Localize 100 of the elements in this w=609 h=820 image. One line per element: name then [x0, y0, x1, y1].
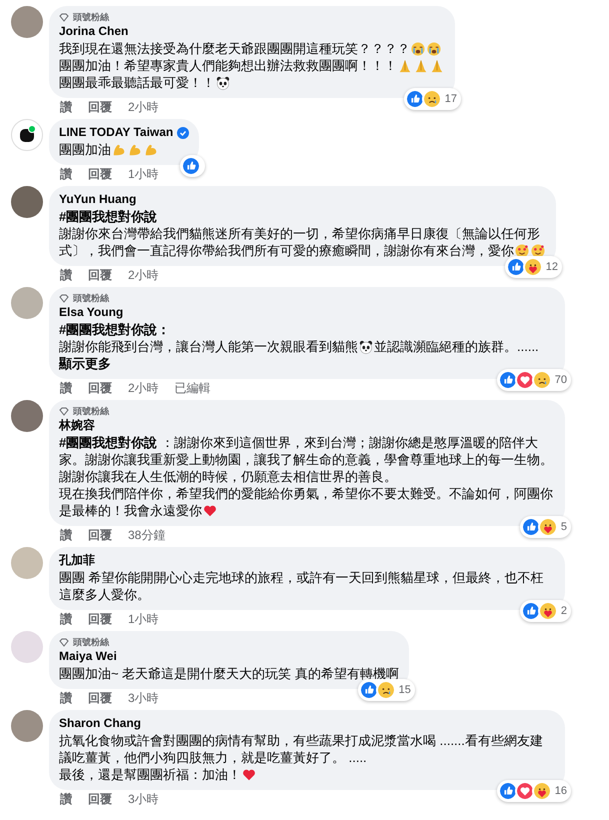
emoji-icon — [427, 42, 441, 56]
reaction-summary[interactable]: 70 — [496, 369, 571, 391]
author-name[interactable]: Maiya Wei — [59, 648, 117, 665]
comment-text: 我到現在還無法接受為什麼老天爺跟團團開這種玩笑？？？？ — [59, 41, 410, 56]
avatar[interactable] — [11, 186, 43, 218]
like-reaction-icon — [520, 601, 541, 621]
reaction-summary[interactable]: 17 — [404, 88, 461, 110]
comment-text: 抗氧化食物或許會對團團的病情有幫助，有些蔬果打成泥漿當水喝 .......看有些網友建議吃薑黃，他們小狗四肢無力，就是吃薑黃好了。 ..... — [59, 733, 543, 765]
like-reaction-icon — [404, 89, 425, 109]
comment-action[interactable]: 回覆 — [88, 612, 112, 627]
reaction-summary[interactable]: 16 — [496, 780, 571, 802]
comment-action[interactable]: 回覆 — [88, 381, 112, 396]
comment-action[interactable]: 回覆 — [88, 167, 112, 182]
love-reaction-icon — [514, 781, 535, 801]
logo-icon[interactable] — [11, 119, 43, 151]
author-name[interactable]: Elsa Young — [59, 304, 124, 321]
care-reaction-icon — [538, 517, 558, 537]
reaction-summary[interactable]: 15 — [358, 679, 415, 701]
reaction-count: 16 — [554, 784, 567, 799]
comment-text: 團團 希望你能開開心心走完地球的旅程，或許有一天回到熊貓星球，但最終，也不枉這麼多人愛你。 — [59, 570, 544, 602]
like-reaction-icon — [181, 156, 202, 176]
comment-action[interactable]: 回覆 — [88, 691, 112, 706]
comment-text: 謝謝你來台灣帶給我們貓熊迷所有美好的一切，希望你病痛早日康復〔無論以任何形 — [59, 226, 540, 241]
author-name[interactable]: Jorina Chen — [59, 23, 128, 40]
like-reaction-icon — [498, 370, 518, 390]
sad-reaction-icon — [532, 370, 552, 390]
timestamp[interactable]: 2小時 — [128, 268, 159, 283]
comment-text: 謝謝你讓我在人生低潮的時候，仍願意去相信世界的善良。 — [59, 469, 397, 484]
comment-text: 謝謝你能飛到台灣，讓台灣人能第一次親眼看到貓熊 — [59, 339, 358, 354]
reaction-summary[interactable]: 12 — [504, 256, 562, 278]
comment-text: 團團最乖最聽話最可愛！！ — [59, 75, 215, 90]
emoji-icon — [411, 42, 425, 56]
top-fan-label: 頭號粉絲 — [73, 292, 109, 304]
reaction-summary[interactable]: 5 — [520, 516, 571, 538]
like-reaction-icon — [506, 257, 526, 277]
reaction-count: 15 — [398, 682, 411, 698]
diamond-icon — [59, 294, 69, 302]
top-fan-label: 頭號粉絲 — [73, 405, 109, 417]
comment-action[interactable]: 回覆 — [88, 268, 112, 283]
timestamp[interactable]: 1小時 — [128, 167, 159, 182]
diamond-icon — [59, 638, 69, 646]
avatar[interactable] — [11, 400, 43, 432]
comment-action[interactable]: 回覆 — [88, 528, 112, 543]
see-more-link[interactable]: 顯示更多 — [59, 356, 111, 371]
comment-action[interactable]: 讚 — [60, 167, 72, 182]
author-name[interactable]: Sharon Chang — [59, 715, 142, 732]
timestamp[interactable]: 2小時 — [128, 100, 159, 115]
comment-text: 並認識瀕臨絕種的族群。...... — [374, 339, 539, 354]
top-fan-label: 頭號粉絲 — [73, 636, 109, 648]
like-reaction-icon — [358, 680, 379, 700]
comment-text: #團團我想對你說： — [59, 322, 170, 337]
comment-text: 式〕，我們會一直記得你帶給我們所有可愛的療癒瞬間，謝謝你有來台灣，愛你 — [59, 243, 514, 258]
care-reaction-icon — [522, 257, 543, 277]
timestamp[interactable]: 2小時 — [128, 381, 159, 396]
reaction-count: 12 — [546, 260, 558, 275]
like-reaction-icon — [498, 781, 518, 801]
care-reaction-icon — [532, 781, 552, 801]
comment-text: 團團加油~ 老天爺這是開什麼天大的玩笑 真的希望有轉機啊 — [59, 666, 399, 681]
verified-icon — [177, 126, 190, 138]
reaction-count: 17 — [444, 92, 457, 107]
comment-text: #團團我想對你說 ：謝謝你來到這個世界，來到台灣；謝謝你總是憨厚溫暖的陪伴大家。謝謝你讓我重新愛上動物園，讓我了解生命的意義，學會尊重地球上的每一生物。 — [59, 435, 553, 467]
comment-action[interactable]: 讚 — [60, 612, 72, 627]
edited-label: 已編輯 — [174, 381, 211, 396]
panda-icon — [216, 76, 230, 90]
timestamp[interactable]: 38分鐘 — [128, 528, 166, 543]
heart-icon — [242, 768, 256, 782]
reaction-count: 5 — [560, 520, 567, 535]
care-reaction-icon — [538, 601, 558, 621]
comment-text: #團團我想對你說 — [59, 209, 158, 224]
author-name[interactable]: YuYun Huang — [59, 191, 136, 208]
comment-action[interactable]: 回覆 — [88, 792, 112, 807]
timestamp[interactable]: 1小時 — [128, 612, 159, 627]
reaction-summary[interactable] — [180, 155, 206, 177]
comment-text: 是最棒的！我會永遠愛你 — [59, 503, 202, 518]
sad-reaction-icon — [422, 89, 442, 109]
reaction-count: 70 — [554, 372, 567, 388]
timestamp[interactable]: 3小時 — [128, 691, 159, 706]
avatar[interactable] — [11, 6, 43, 38]
author-name[interactable]: LINE TODAY Taiwan — [59, 124, 174, 141]
love-reaction-icon — [514, 370, 535, 390]
reaction-summary[interactable]: 2 — [520, 600, 571, 622]
top-fan-label: 頭號粉絲 — [73, 11, 109, 23]
author-name[interactable]: 孔加菲 — [59, 552, 95, 569]
comment-action[interactable]: 讚 — [60, 100, 72, 115]
comment-action[interactable]: 讚 — [60, 691, 72, 706]
like-reaction-icon — [520, 517, 541, 537]
comment-action[interactable]: 讚 — [60, 792, 72, 807]
heart-icon — [203, 504, 217, 518]
comment-text: 團團加油 — [59, 142, 111, 157]
diamond-icon — [59, 406, 69, 416]
comment-text: 最後，還是幫團團祈福：加油！ — [59, 767, 241, 782]
author-name[interactable]: 林婉容 — [59, 417, 95, 434]
panda-icon — [359, 340, 373, 354]
timestamp[interactable]: 3小時 — [128, 792, 159, 807]
comment-text: 團團加油！希望專家貴人們能夠想出辦法救救團團啊！！！ — [59, 58, 397, 73]
comment-action[interactable]: 讚 — [60, 268, 72, 283]
comment-action[interactable]: 讚 — [60, 528, 72, 543]
comment-action[interactable]: 回覆 — [88, 100, 112, 115]
comment-action[interactable]: 讚 — [60, 381, 72, 396]
avatar[interactable] — [11, 710, 43, 742]
